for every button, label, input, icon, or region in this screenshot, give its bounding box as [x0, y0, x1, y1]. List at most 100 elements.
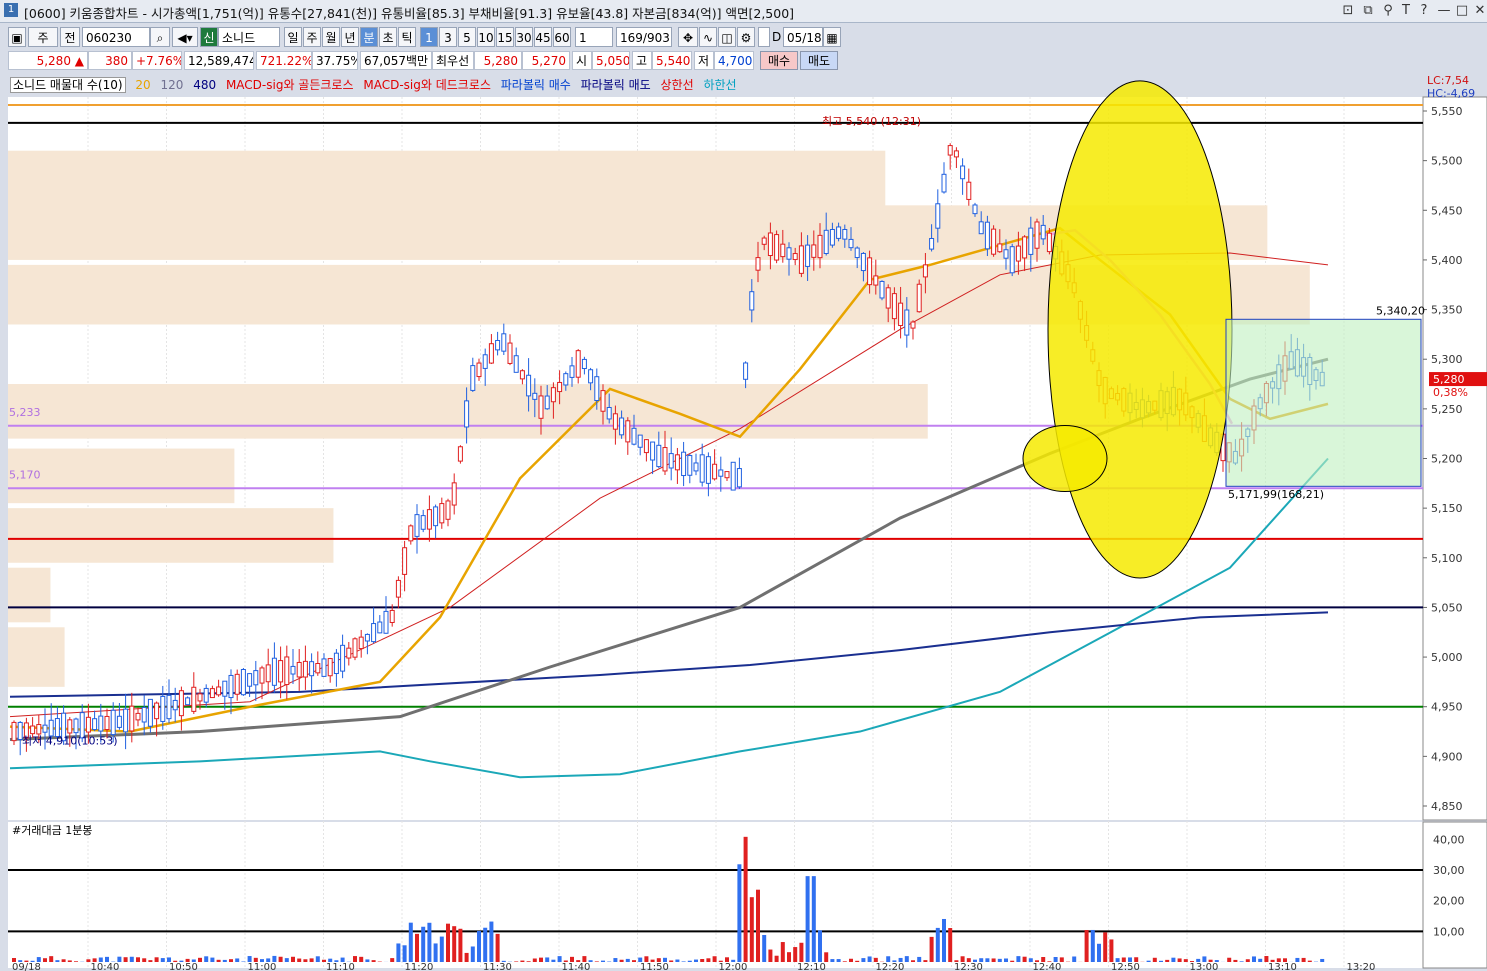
candle-body — [557, 381, 563, 393]
interval-3-button[interactable]: 3 — [439, 27, 457, 47]
interval-5-button[interactable]: 5 — [458, 27, 476, 47]
current-pct-text: 0,38% — [1433, 386, 1468, 399]
best-ask-value: 5,280 — [474, 51, 522, 70]
candle-body — [135, 712, 141, 721]
legend-golden-cross[interactable]: MACD-sig와 골든크로스 — [226, 78, 354, 92]
legend-parabolic-sell[interactable]: 파라볼릭 매도 — [581, 78, 651, 92]
legend-lower-band[interactable]: 하한선 — [703, 78, 736, 92]
gear-icon[interactable]: ⚙ — [737, 27, 755, 47]
volume-bar — [942, 918, 946, 962]
candle-body — [191, 686, 197, 712]
chart-layout-icon[interactable]: ▣ — [8, 27, 26, 47]
amount-value: 67,057백만 — [360, 51, 432, 70]
volume-bar — [284, 958, 289, 962]
save-icon[interactable]: ◫ — [718, 27, 736, 47]
interval-10-button[interactable]: 10 — [477, 27, 495, 47]
legend-ma20[interactable]: 20 — [135, 78, 150, 92]
stock-name-field[interactable]: 소니드 — [218, 27, 280, 47]
candle-body — [984, 221, 990, 250]
interval-value-select[interactable]: 1 — [575, 27, 613, 47]
price-bar: 5,280 ▲ 380 +7.76% 12,589,474 721.22% 37… — [0, 51, 1487, 71]
window-minimize-icon[interactable]: — — [1436, 3, 1452, 18]
app-icon: 1 — [4, 3, 18, 17]
candle-body — [922, 264, 928, 278]
legend-name[interactable]: 소니드 매물대 수(10) — [10, 77, 126, 93]
period-second-button[interactable]: 초 — [379, 27, 397, 47]
interval-60-button[interactable]: 60 — [553, 27, 571, 47]
candle-body — [941, 173, 947, 193]
window-help-icon[interactable]: ? — [1416, 3, 1432, 18]
legend-ma480[interactable]: 480 — [193, 78, 216, 92]
volume-bar — [669, 960, 674, 962]
candle-body — [247, 673, 253, 687]
window-font-icon[interactable]: T — [1398, 3, 1414, 18]
period-month-button[interactable]: 월 — [322, 27, 340, 47]
candle-body — [947, 145, 953, 156]
candle-body — [532, 392, 538, 400]
volume-bar — [539, 957, 543, 962]
date-input[interactable]: 05/18 — [783, 27, 823, 47]
price-change: 380 — [88, 51, 132, 70]
date-checkbox[interactable] — [758, 27, 770, 47]
count-field[interactable]: 169/903 — [616, 27, 672, 47]
volume-bar — [123, 957, 128, 962]
candle-body — [761, 237, 767, 245]
candle-body — [563, 373, 569, 386]
period-week-button[interactable]: 주 — [303, 27, 321, 47]
period-minute-button[interactable]: 분 — [360, 27, 378, 47]
crosshair-icon[interactable]: ✥ — [678, 27, 698, 47]
candle-body — [495, 339, 501, 351]
volume-bar — [136, 957, 140, 962]
window-close-icon[interactable]: ✕ — [1472, 3, 1487, 18]
interval-45-button[interactable]: 45 — [534, 27, 552, 47]
legend-dead-cross[interactable]: MACD-sig와 데드크로스 — [363, 78, 491, 92]
candle-body — [457, 446, 463, 462]
draw-icon[interactable]: ∿ — [699, 27, 717, 47]
volume-bar — [681, 961, 686, 962]
interval-15-button[interactable]: 15 — [496, 27, 514, 47]
candlestick-chart[interactable]: 5,550 5,500 5,450 5,400 5,350 5,300 5,250 5,200… — [0, 73, 1487, 971]
candle-body — [321, 658, 327, 677]
level-b-annotation: 5,170 — [9, 468, 41, 481]
period-day-button[interactable]: 일 — [284, 27, 302, 47]
scope-button[interactable]: 전 — [60, 27, 80, 47]
volume-bar — [470, 946, 475, 962]
buy-button[interactable]: 매수 — [760, 51, 798, 70]
period-tick-button[interactable]: 틱 — [398, 27, 416, 47]
window-maximize-icon[interactable]: □ — [1454, 3, 1470, 18]
volume-tick-label: 30,00 — [1433, 864, 1465, 877]
sound-icon[interactable]: ◀▾ — [172, 27, 198, 47]
period-type-select[interactable]: 주 — [28, 27, 58, 47]
calendar-icon[interactable]: ▦ — [823, 27, 841, 47]
candle-body — [377, 621, 383, 634]
volume-bar — [458, 928, 463, 962]
candle-body — [792, 253, 798, 261]
legend-parabolic-buy[interactable]: 파라볼릭 매수 — [501, 78, 571, 92]
interval-1-button[interactable]: 1 — [420, 27, 438, 47]
volume-profile-bar — [8, 627, 65, 687]
y-tick-label: 5,250 — [1431, 403, 1463, 416]
legend-ma120[interactable]: 120 — [160, 78, 183, 92]
y-tick-label: 5,200 — [1431, 453, 1463, 466]
x-tick-label: 12:40 — [1033, 962, 1062, 971]
window-find-icon[interactable]: ⚲ — [1380, 3, 1396, 18]
candle-body — [265, 664, 271, 683]
candle-body — [451, 482, 457, 506]
y-tick-label: 5,350 — [1431, 304, 1463, 317]
volume-bar — [842, 961, 847, 962]
search-icon[interactable]: ⌕ — [150, 27, 170, 47]
code-input[interactable]: 060230 — [82, 27, 150, 47]
current-price-tag-text: 5,280 — [1433, 373, 1465, 386]
window-layout-icon[interactable]: ⊡ — [1340, 3, 1356, 18]
interval-30-button[interactable]: 30 — [515, 27, 533, 47]
legend-upper-band[interactable]: 상한선 — [661, 78, 694, 92]
volume-bar — [74, 961, 78, 962]
sell-button[interactable]: 매도 — [800, 51, 838, 70]
candle-body — [619, 417, 625, 436]
volume-bar — [439, 936, 444, 962]
period-year-button[interactable]: 년 — [341, 27, 359, 47]
candle-body — [966, 181, 972, 200]
candle-body — [910, 321, 916, 329]
candle-body — [228, 674, 234, 699]
window-link-icon[interactable]: ⧉ — [1360, 3, 1376, 18]
